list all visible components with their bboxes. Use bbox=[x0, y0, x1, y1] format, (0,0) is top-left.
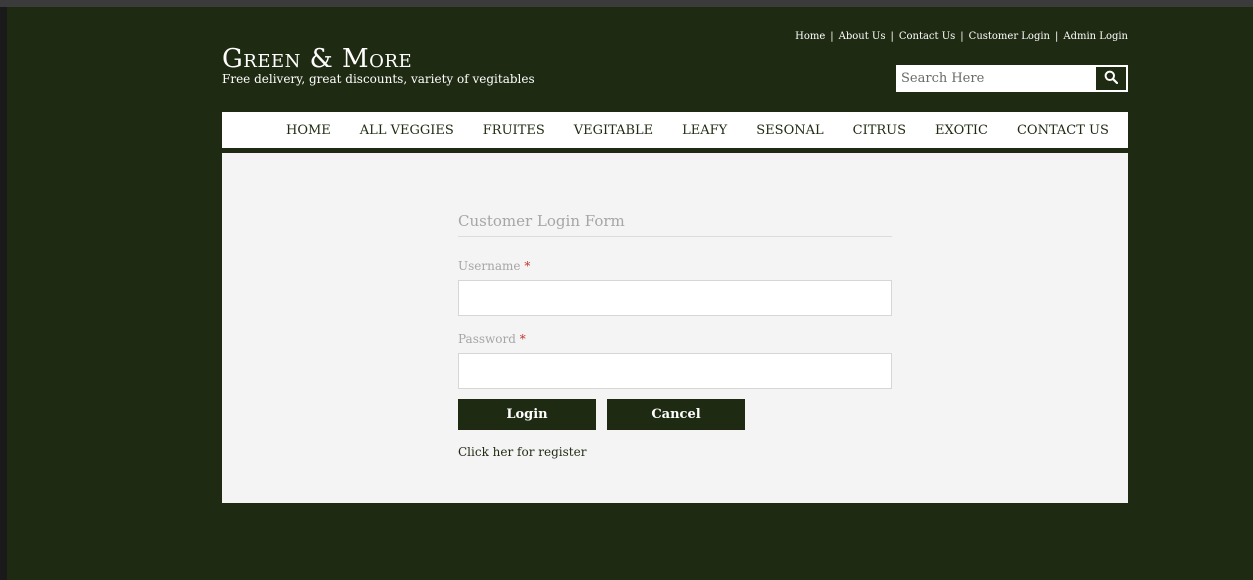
password-label: Password * bbox=[458, 331, 892, 347]
search-button[interactable] bbox=[1096, 67, 1126, 90]
nav-item-home[interactable]: HOME bbox=[286, 123, 331, 138]
top-link-home[interactable]: Home bbox=[795, 31, 825, 42]
nav-item-contact-us[interactable]: CONTACT US bbox=[1017, 123, 1109, 138]
brand-name: Green & More bbox=[222, 44, 413, 74]
cancel-button[interactable]: Cancel bbox=[607, 399, 745, 430]
register-link[interactable]: Click her for register bbox=[458, 445, 586, 459]
required-marker: * bbox=[524, 259, 531, 273]
top-link-separator: | bbox=[830, 31, 834, 42]
nav-item-leafy[interactable]: LEAFY bbox=[682, 123, 727, 138]
top-links: Home | About Us | Contact Us | Customer Login |… bbox=[795, 31, 1128, 42]
search-icon bbox=[1104, 69, 1119, 88]
username-label: Username * bbox=[458, 258, 892, 274]
nav-item-all-veggies[interactable]: ALL VEGGIES bbox=[360, 123, 454, 138]
password-field[interactable] bbox=[458, 353, 892, 389]
nav-item-sesonal[interactable]: SESONAL bbox=[756, 123, 823, 138]
username-label-text: Username bbox=[458, 259, 521, 273]
required-marker: * bbox=[519, 332, 526, 346]
nav-item-fruites[interactable]: FRUITES bbox=[483, 123, 545, 138]
login-button[interactable]: Login bbox=[458, 399, 596, 430]
browser-top-strip bbox=[0, 0, 1253, 7]
form-title: Customer Login Form bbox=[458, 212, 625, 230]
username-field[interactable] bbox=[458, 280, 892, 316]
search-box bbox=[896, 65, 1128, 92]
nav-item-exotic[interactable]: EXOTIC bbox=[935, 123, 988, 138]
form-title-divider bbox=[458, 236, 892, 237]
window-left-edge bbox=[0, 7, 7, 580]
top-link-separator: | bbox=[960, 31, 964, 42]
nav-item-citrus[interactable]: CITRUS bbox=[853, 123, 906, 138]
top-link-separator: | bbox=[1055, 31, 1059, 42]
nav-item-vegitable[interactable]: VEGITABLE bbox=[574, 123, 653, 138]
site-logo[interactable]: Green & More Free delivery, great discou… bbox=[222, 44, 535, 86]
brand-tagline: Free delivery, great discounts, variety … bbox=[222, 72, 535, 86]
top-link-customer-login[interactable]: Customer Login bbox=[969, 31, 1050, 42]
password-label-text: Password bbox=[458, 332, 516, 346]
top-link-contact-us[interactable]: Contact Us bbox=[899, 31, 955, 42]
search-input[interactable] bbox=[896, 65, 1092, 92]
top-link-about-us[interactable]: About Us bbox=[839, 31, 886, 42]
top-link-separator: | bbox=[890, 31, 894, 42]
top-link-admin-login[interactable]: Admin Login bbox=[1063, 31, 1128, 42]
main-nav: HOME ALL VEGGIES FRUITES VEGITABLE LEAFY… bbox=[222, 112, 1128, 148]
customer-login-form: Customer Login Form Username * Password … bbox=[458, 211, 892, 459]
